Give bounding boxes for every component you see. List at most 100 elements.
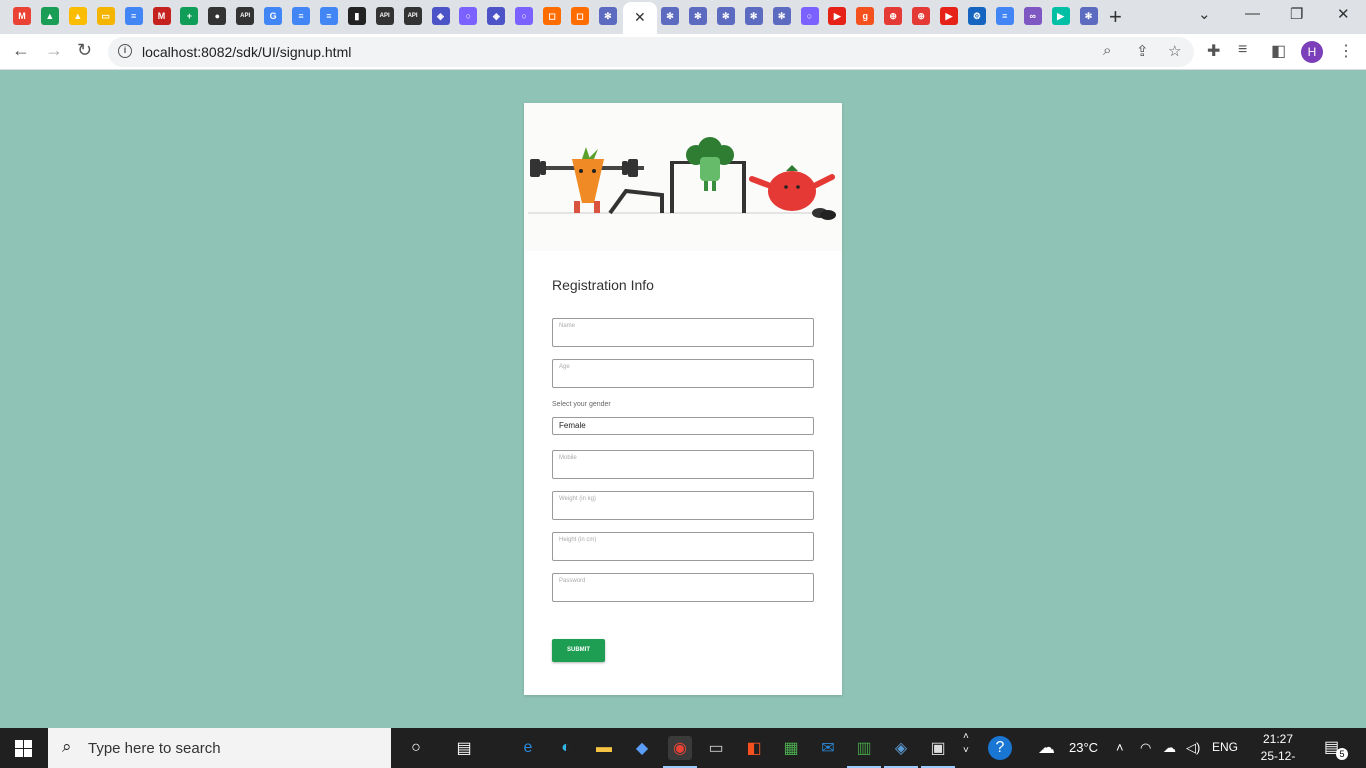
- google-docs-icon[interactable]: ≡: [124, 7, 143, 25]
- height-field[interactable]: Height (in cm): [552, 532, 814, 561]
- gear-flower-icon[interactable]: ✻: [688, 7, 707, 25]
- reading-list-icon[interactable]: ≡: [1238, 41, 1247, 59]
- gear-flower-icon[interactable]: ✻: [1079, 7, 1098, 25]
- google-icon[interactable]: G: [264, 7, 283, 25]
- mail-icon[interactable]: ✉: [816, 736, 840, 760]
- terminal-icon[interactable]: ▭: [704, 736, 728, 760]
- chat-icon[interactable]: ◻: [543, 7, 562, 25]
- dropbox-icon[interactable]: ◆: [630, 736, 654, 760]
- chrome-icon[interactable]: ◉: [663, 736, 697, 768]
- cortana-icon[interactable]: ○: [404, 736, 428, 760]
- close-tab-icon[interactable]: ✕: [634, 9, 646, 26]
- google-slides-icon[interactable]: ▭: [96, 7, 115, 25]
- forward-icon[interactable]: →: [45, 40, 63, 61]
- youtube-icon[interactable]: ▶: [940, 7, 958, 25]
- windows-start-icon[interactable]: [15, 740, 32, 757]
- scroll-arrows-icon[interactable]: ˄ ˅: [963, 730, 969, 758]
- broccoli-pullup-image: [670, 137, 746, 213]
- weight-field[interactable]: Weight (in kg): [552, 491, 814, 520]
- clock[interactable]: 21:27 25-12-2022: [1248, 731, 1308, 768]
- wifi-icon[interactable]: ◠: [1140, 740, 1151, 756]
- gear-flower-icon[interactable]: ✻: [661, 7, 679, 25]
- temperature[interactable]: 23°C: [1069, 740, 1098, 755]
- password-field[interactable]: Password: [552, 573, 814, 602]
- google-docs-icon[interactable]: ≡: [319, 7, 338, 25]
- google-docs-icon[interactable]: ≡: [995, 7, 1014, 25]
- gmail-icon[interactable]: M: [13, 7, 31, 25]
- stack-icon[interactable]: ◈: [487, 7, 506, 25]
- mock-api-icon[interactable]: API: [403, 7, 422, 25]
- edge-icon[interactable]: ◐: [554, 736, 578, 760]
- language-indicator[interactable]: ENG: [1212, 740, 1238, 754]
- help-icon[interactable]: ?: [988, 736, 1012, 760]
- ring-icon[interactable]: ○: [459, 7, 478, 25]
- profile-avatar[interactable]: H: [1301, 41, 1323, 63]
- task-view-icon[interactable]: ▤: [452, 736, 476, 760]
- gmail-icon[interactable]: M: [152, 7, 171, 25]
- globe-icon[interactable]: ⊕: [912, 7, 931, 25]
- reload-icon[interactable]: ↻: [77, 40, 92, 61]
- mobile-field[interactable]: Mobile: [552, 450, 814, 479]
- submit-button[interactable]: SUBMIT: [552, 639, 605, 662]
- chart-app-icon[interactable]: ▥: [847, 736, 881, 768]
- mobile-placeholder: Mobile: [559, 455, 577, 461]
- taskbar-search-box[interactable]: ⌕ Type here to search: [48, 728, 391, 768]
- onedrive-icon[interactable]: ☁: [1163, 740, 1176, 756]
- internet-explorer-icon[interactable]: e: [516, 736, 540, 760]
- gear-flower-icon[interactable]: ✻: [744, 7, 763, 25]
- volume-icon[interactable]: ◁): [1186, 740, 1200, 756]
- password-placeholder: Password: [559, 578, 586, 584]
- zoom-icon[interactable]: ⌕: [1103, 42, 1111, 59]
- weather-icon[interactable]: ☁: [1038, 738, 1055, 758]
- share-icon[interactable]: ⇪: [1136, 42, 1149, 60]
- bookmark-star-icon[interactable]: ☆: [1168, 42, 1181, 60]
- mock-api-icon[interactable]: API: [236, 7, 255, 25]
- ring-icon[interactable]: ○: [515, 7, 534, 25]
- store-icon[interactable]: ▦: [779, 736, 803, 760]
- file-explorer-icon[interactable]: ▬: [592, 736, 616, 760]
- minimize-icon[interactable]: —: [1245, 5, 1260, 22]
- restore-icon[interactable]: ❐: [1290, 5, 1303, 23]
- file-icon[interactable]: ▮: [347, 7, 366, 25]
- close-window-icon[interactable]: ✕: [1337, 5, 1350, 23]
- chat-icon[interactable]: ◻: [571, 7, 589, 25]
- new-tab-button[interactable]: +: [1109, 4, 1122, 30]
- windows-taskbar: ⌕ Type here to search ○ ▤ e ◐ ▬ ◆ ◉ ▭ ◧ …: [0, 728, 1366, 768]
- database-app-icon[interactable]: ◈: [884, 736, 918, 768]
- globe-icon[interactable]: ⊕: [884, 7, 903, 25]
- site-info-icon[interactable]: i: [118, 44, 132, 58]
- back-icon[interactable]: ←: [12, 40, 30, 61]
- gender-select[interactable]: Female: [552, 417, 814, 435]
- url-text[interactable]: localhost:8082/sdk/UI/signup.html: [142, 44, 351, 60]
- google-sheets-icon[interactable]: +: [180, 7, 199, 25]
- link-icon[interactable]: ∞: [1023, 7, 1042, 25]
- name-placeholder: Name: [559, 323, 576, 329]
- youtube-icon[interactable]: ▶: [828, 7, 847, 25]
- play-icon[interactable]: ▶: [1051, 7, 1070, 25]
- app-icon[interactable]: g: [856, 7, 875, 25]
- age-field[interactable]: Age: [552, 359, 814, 388]
- window-app-icon[interactable]: ▣: [921, 736, 955, 768]
- app-icon[interactable]: ●: [208, 7, 227, 25]
- extensions-icon[interactable]: ✚: [1207, 41, 1220, 61]
- active-tab[interactable]: ✕: [623, 2, 657, 34]
- address-bar[interactable]: i localhost:8082/sdk/UI/signup.html ⌕ ⇪ …: [108, 37, 1194, 67]
- registration-card: Registration Info Name Age Select your g…: [524, 103, 842, 695]
- tab-search-icon[interactable]: ⌄: [1198, 5, 1211, 23]
- app-icon[interactable]: ⚙: [967, 7, 986, 25]
- google-drive-icon[interactable]: ▲: [40, 7, 59, 25]
- office-icon[interactable]: ◧: [742, 736, 766, 760]
- ring-icon[interactable]: ○: [800, 7, 819, 25]
- side-panel-icon[interactable]: ◧: [1271, 41, 1286, 61]
- stack-icon[interactable]: ◈: [431, 7, 450, 25]
- mock-api-icon[interactable]: API: [375, 7, 394, 25]
- gear-flower-icon[interactable]: ✻: [598, 7, 617, 25]
- page-title: Registration Info: [552, 277, 654, 293]
- menu-icon[interactable]: ⋮: [1338, 41, 1354, 61]
- google-drive-icon[interactable]: ▲: [68, 7, 87, 25]
- gear-flower-icon[interactable]: ✻: [716, 7, 735, 25]
- show-hidden-icons[interactable]: ˄: [1116, 740, 1124, 755]
- name-field[interactable]: Name: [552, 318, 814, 347]
- gear-flower-icon[interactable]: ✻: [772, 7, 791, 25]
- google-docs-icon[interactable]: ≡: [292, 7, 310, 25]
